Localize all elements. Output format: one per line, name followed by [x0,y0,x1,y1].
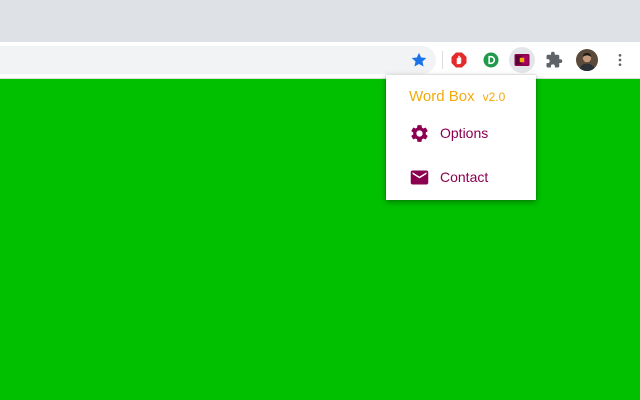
toolbar-separator [442,51,443,69]
mail-icon [408,166,430,188]
profile-avatar[interactable] [574,47,600,73]
d-extension-icon[interactable] [478,47,504,73]
options-label: Options [440,125,489,141]
star-icon[interactable] [406,47,432,73]
puzzle-icon[interactable] [541,47,567,73]
kebab-menu-icon[interactable] [607,47,633,73]
browser-toolbar [0,42,640,79]
options-menu-item[interactable]: Options [408,121,488,145]
popup-title-text: Word Box [409,88,475,105]
popup-title: Word Box v2.0 [409,88,505,105]
gear-icon [408,122,430,144]
contact-menu-item[interactable]: Contact [408,165,488,189]
page-content [0,79,640,400]
adblock-icon[interactable] [446,47,472,73]
extension-popup: Word Box v2.0 Options Contact [386,75,536,200]
word-box-icon[interactable] [509,47,535,73]
contact-label: Contact [440,169,489,185]
address-bar[interactable] [0,46,436,74]
popup-version: v2.0 [482,90,506,104]
tab-strip [0,0,640,42]
